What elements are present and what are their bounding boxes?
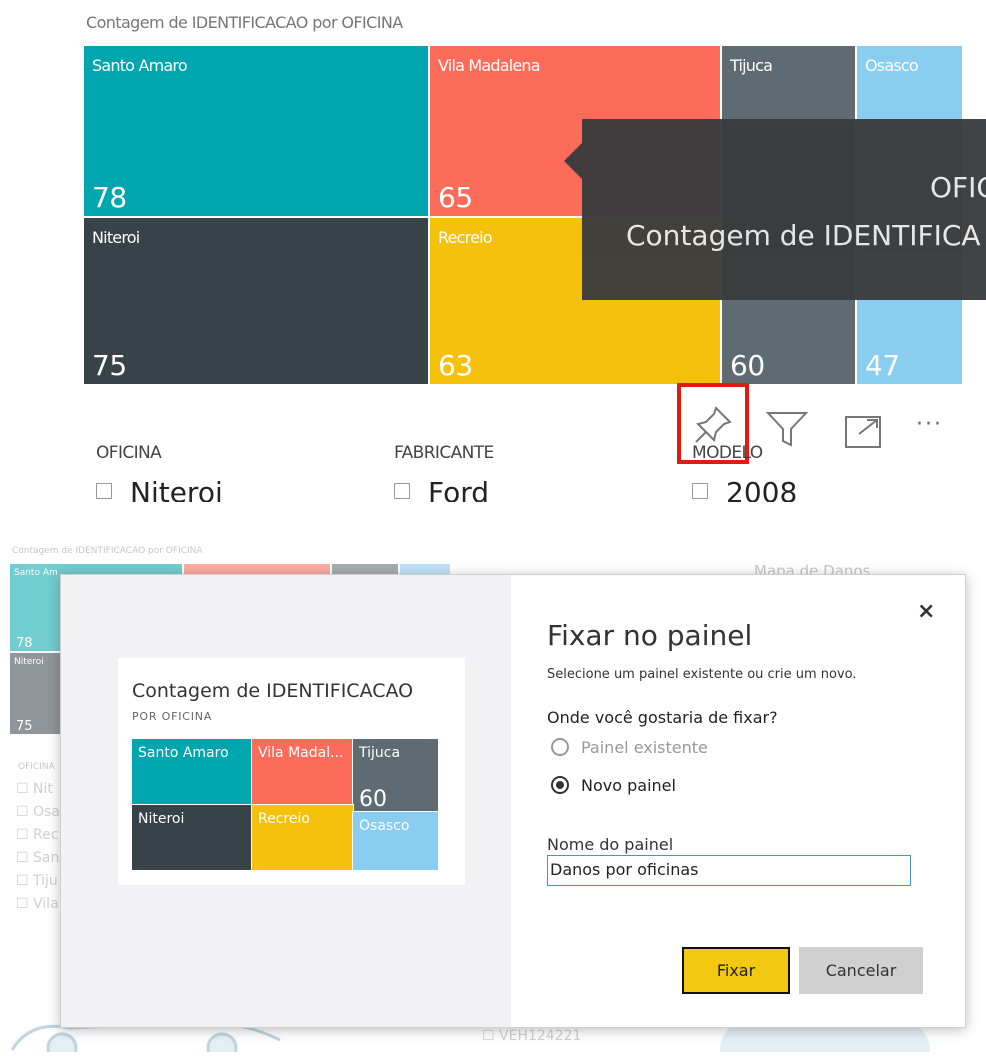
tile-label: Osasco: [359, 818, 410, 834]
tile-value: 65: [438, 181, 473, 214]
tile-label: Vila Madal...: [258, 745, 344, 761]
treemap-tooltip: OFIC Contagem de IDENTIFICA: [564, 119, 986, 300]
preview-title: Contagem de IDENTIFICACAO: [132, 680, 414, 702]
more-options-button[interactable]: ···: [916, 412, 943, 437]
tile-label: Santo Amaro: [92, 56, 188, 75]
tile-label: Vila Madalena: [438, 56, 541, 75]
slicer-item-label: Niteroi: [130, 476, 223, 502]
tile-label: Niteroi: [92, 228, 140, 247]
radio-new-label[interactable]: Novo painel: [581, 776, 676, 795]
tile-value: 75: [92, 349, 127, 382]
preview-tile-vila-madalena: Vila Madal...: [251, 738, 354, 806]
preview-tile-osasco: Osasco: [352, 811, 439, 871]
tile-value: 63: [438, 349, 473, 382]
slicer-header-oficina: OFICINA: [96, 443, 162, 463]
bg-slicer-list: ☐ Nit ☐ Osa ☐ Rec ☐ San ☐ Tiju ☐ Vila: [16, 778, 60, 916]
tile-label: Santo Amaro: [138, 745, 229, 761]
radio-existing-label[interactable]: Painel existente: [581, 738, 708, 757]
slicer-header-modelo: MODELO: [692, 443, 763, 463]
treemap-tile-santo-amaro[interactable]: Santo Amaro 78: [82, 44, 430, 218]
tile-label: Tijuca: [730, 56, 773, 75]
radio-existing-dashboard[interactable]: [551, 738, 569, 756]
bg-tile-value: 78: [16, 636, 33, 651]
cancel-button[interactable]: Cancelar: [799, 947, 923, 994]
close-icon[interactable]: ×: [917, 599, 935, 624]
tile-label: Recreio: [258, 811, 310, 827]
checkbox[interactable]: [692, 483, 708, 499]
bg-list-item: ☐ VEH124221: [482, 1028, 582, 1044]
tile-value: 60: [359, 787, 387, 812]
preview-tile-niteroi: Niteroi: [131, 804, 253, 871]
tile-label: Tijuca: [359, 745, 401, 761]
tooltip-value-label: Contagem de IDENTIFICA: [626, 219, 981, 252]
tile-value: 47: [865, 349, 900, 382]
dialog-subtitle: Selecione um painel existente ou crie um…: [547, 667, 857, 682]
dialog-title: Fixar no painel: [547, 619, 753, 652]
preview-pane: Contagem de IDENTIFICACAO POR OFICINA Sa…: [61, 575, 511, 1027]
preview-tile-recreio: Recreio: [251, 804, 354, 871]
visual-title: Contagem de IDENTIFICACAO por OFICINA: [86, 13, 403, 32]
preview-treemap: Santo Amaro Vila Madal... Tijuca 60 Nite…: [131, 738, 439, 871]
tile-value: 78: [92, 181, 127, 214]
filter-icon[interactable]: [764, 409, 810, 449]
focus-mode-icon[interactable]: [843, 414, 883, 450]
tooltip-arrow: [564, 143, 582, 179]
bg-slicer-item: ☐ Vila: [16, 896, 59, 912]
tile-label: Recreio: [438, 228, 493, 247]
bg-slicer-item: ☐ San: [16, 850, 60, 866]
slicer-item-label: 2008: [726, 476, 798, 502]
preview-subtitle: POR OFICINA: [132, 710, 213, 723]
dashboard-name-label: Nome do painel: [547, 835, 674, 854]
treemap-tile-niteroi[interactable]: Niteroi 75: [82, 216, 430, 386]
radio-new-dashboard[interactable]: [551, 776, 569, 794]
bg-slicer-item: ☐ Rec: [16, 827, 59, 843]
slicer-item-label: Ford: [428, 476, 490, 502]
fix-button[interactable]: Fixar: [682, 947, 790, 994]
tile-label: Osasco: [865, 56, 919, 75]
slicer-item-2008[interactable]: 2008: [692, 476, 797, 502]
slicer-item-niteroi[interactable]: Niteroi: [96, 476, 223, 502]
bg-visual-title: Contagem de IDENTIFICACAO por OFICINA: [12, 546, 203, 556]
bg-slicer-item: ☐ Tiju: [16, 873, 58, 889]
bg-tile-value: 75: [16, 719, 33, 734]
preview-tile-santo-amaro: Santo Amaro: [131, 738, 253, 806]
tooltip-field-label: OFIC: [930, 171, 986, 204]
tile-value: 60: [730, 349, 765, 382]
slicer-header-fabricante: FABRICANTE: [394, 443, 494, 463]
bg-slicer-item: ☐ Osa: [16, 804, 60, 820]
slicer-item-ford[interactable]: Ford: [394, 476, 489, 502]
tile-label: Niteroi: [138, 811, 185, 827]
pin-to-dashboard-dialog: Contagem de IDENTIFICACAO POR OFICINA Sa…: [60, 574, 966, 1028]
checkbox[interactable]: [394, 483, 410, 499]
bg-tile-label: Niteroi: [14, 657, 44, 667]
dashboard-name-input[interactable]: Danos por oficinas: [547, 855, 911, 886]
bg-slicer-item: ☐ Nit: [16, 781, 53, 797]
preview-tile-card: Contagem de IDENTIFICACAO POR OFICINA Sa…: [118, 658, 465, 885]
bg-tile-label: Santo Am: [14, 568, 58, 578]
preview-tile-tijuca: Tijuca 60: [352, 738, 439, 813]
bg-slicer-header: OFICINA: [18, 762, 55, 772]
checkbox[interactable]: [96, 483, 112, 499]
dialog-question: Onde você gostaria de fixar?: [547, 708, 778, 727]
